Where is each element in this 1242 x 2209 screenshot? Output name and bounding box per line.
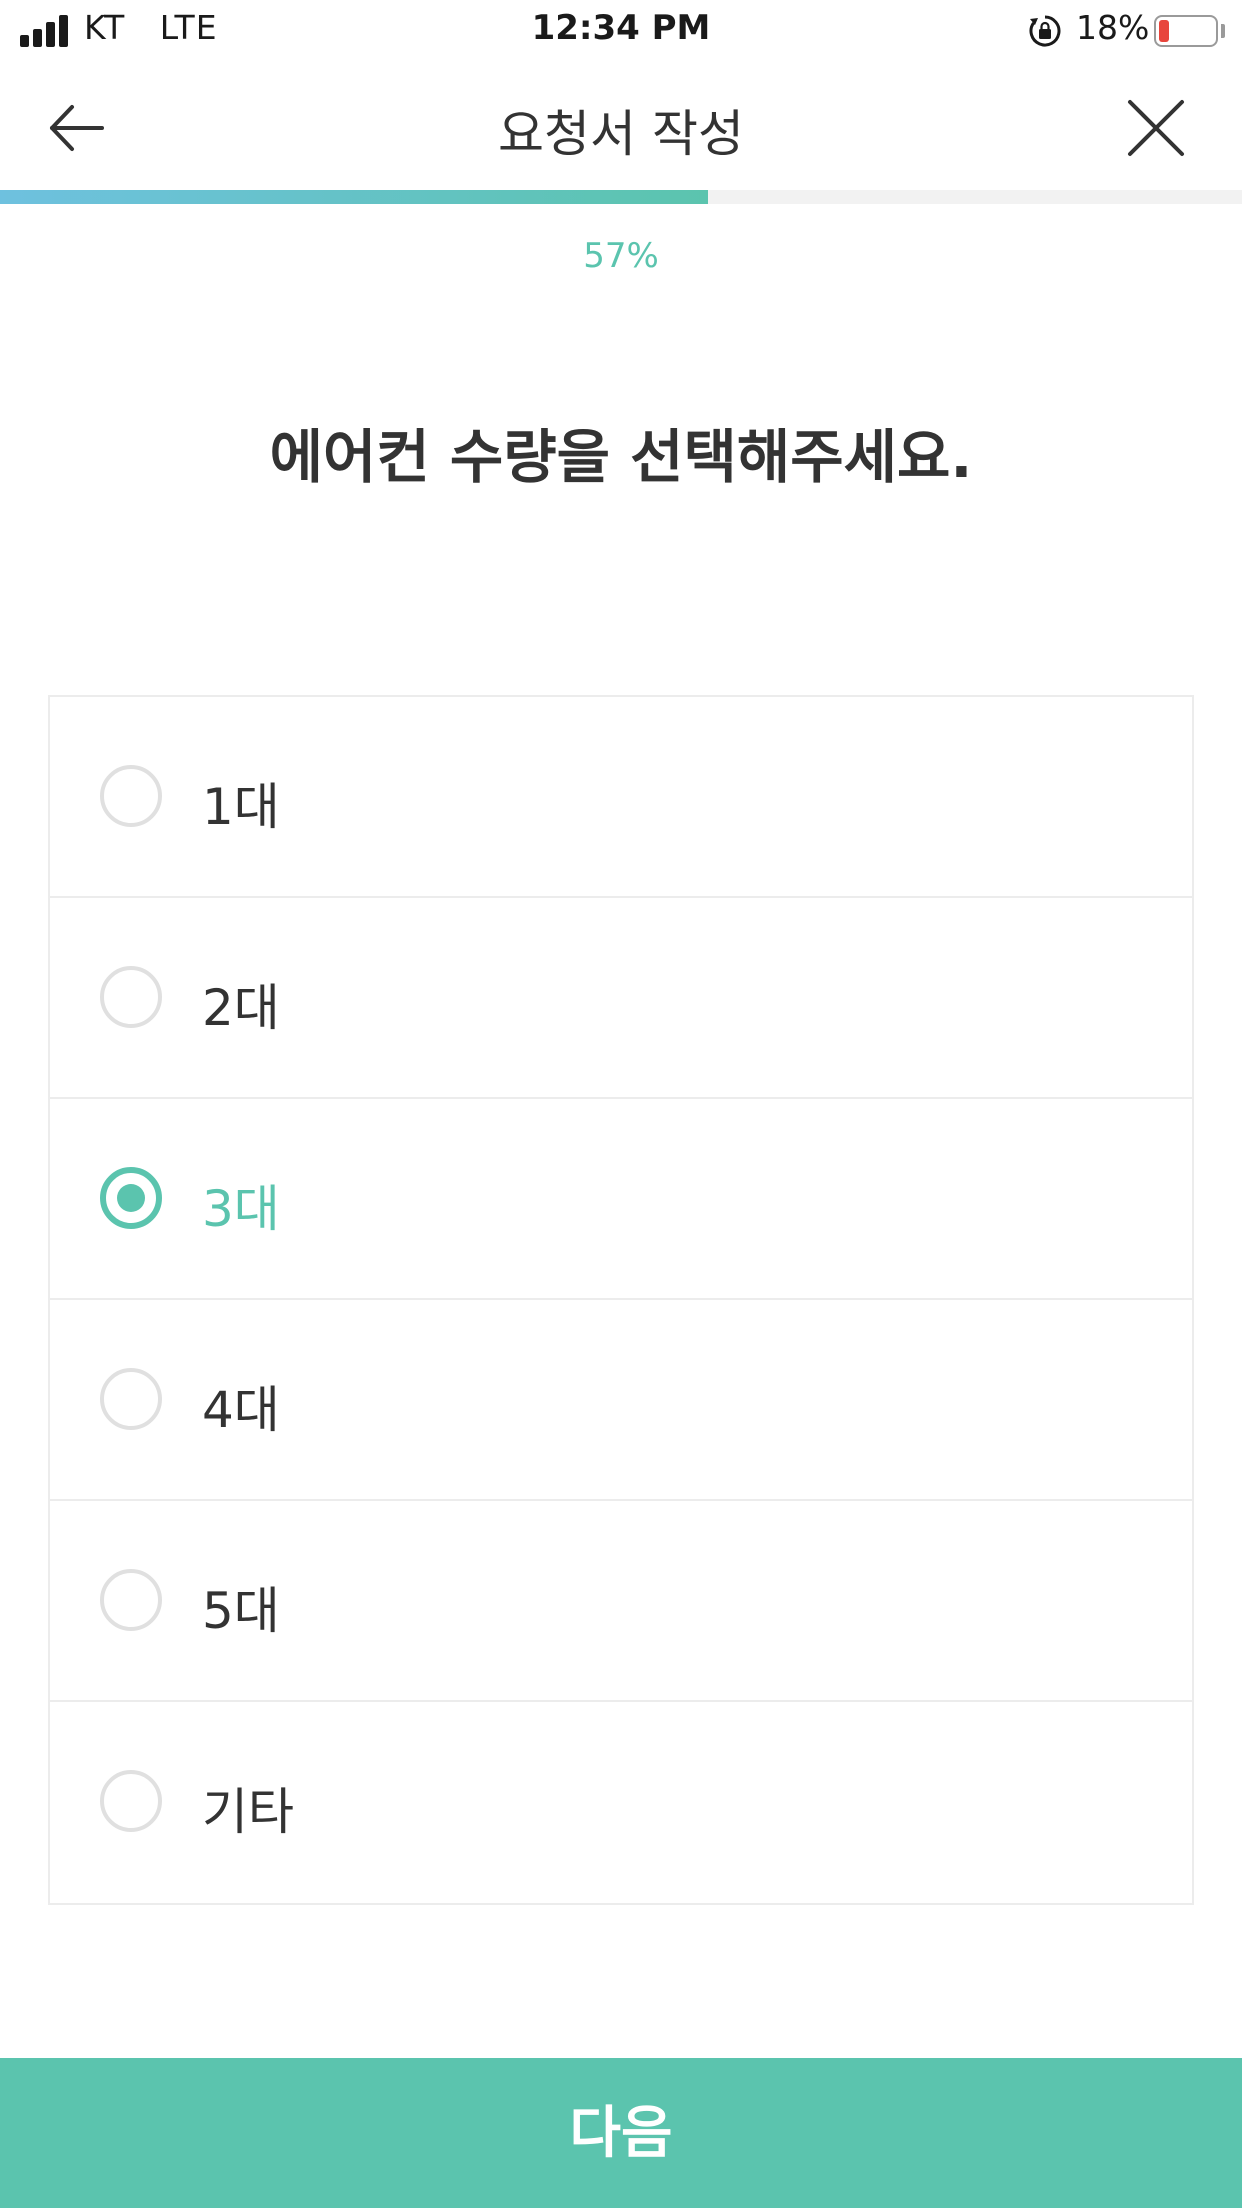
progress-label: 57%	[583, 236, 659, 276]
option-other[interactable]: 기타	[50, 1702, 1192, 1903]
radio-button[interactable]	[100, 1167, 162, 1229]
option-label: 2대	[202, 979, 280, 1037]
close-button[interactable]	[1120, 92, 1192, 164]
navigation-bar: 요청서 작성	[0, 62, 1242, 190]
progress-fill	[0, 190, 708, 204]
radio-button[interactable]	[100, 1770, 162, 1832]
status-bar: KT LTE 12:34 PM 18%	[0, 0, 1242, 62]
radio-button[interactable]	[100, 1569, 162, 1631]
radio-button[interactable]	[100, 1368, 162, 1430]
option-label: 1대	[202, 778, 280, 836]
option-3[interactable]: 3대	[50, 1099, 1192, 1300]
page-title: 요청서 작성	[498, 105, 744, 163]
battery-tip	[1221, 24, 1225, 38]
radio-dot	[117, 1184, 145, 1212]
radio-button[interactable]	[100, 765, 162, 827]
question-heading: 에어컨 수량을 선택해주세요.	[269, 423, 973, 491]
option-label: 3대	[202, 1180, 280, 1238]
progress-bar	[0, 190, 1242, 204]
battery-icon	[1154, 15, 1218, 47]
option-4[interactable]: 4대	[50, 1300, 1192, 1501]
option-2[interactable]: 2대	[50, 898, 1192, 1099]
option-list: 1대 2대 3대 4대 5대 기타	[48, 695, 1194, 1905]
radio-button[interactable]	[100, 966, 162, 1028]
battery-level	[1159, 20, 1169, 42]
battery-percent: 18%	[1076, 8, 1150, 47]
rotation-lock-icon	[1028, 14, 1062, 48]
option-1[interactable]: 1대	[50, 697, 1192, 898]
option-5[interactable]: 5대	[50, 1501, 1192, 1702]
close-icon	[1128, 100, 1184, 156]
option-label: 기타	[202, 1783, 294, 1841]
option-label: 4대	[202, 1381, 280, 1439]
option-label: 5대	[202, 1582, 280, 1640]
next-button[interactable]: 다음	[0, 2058, 1242, 2208]
